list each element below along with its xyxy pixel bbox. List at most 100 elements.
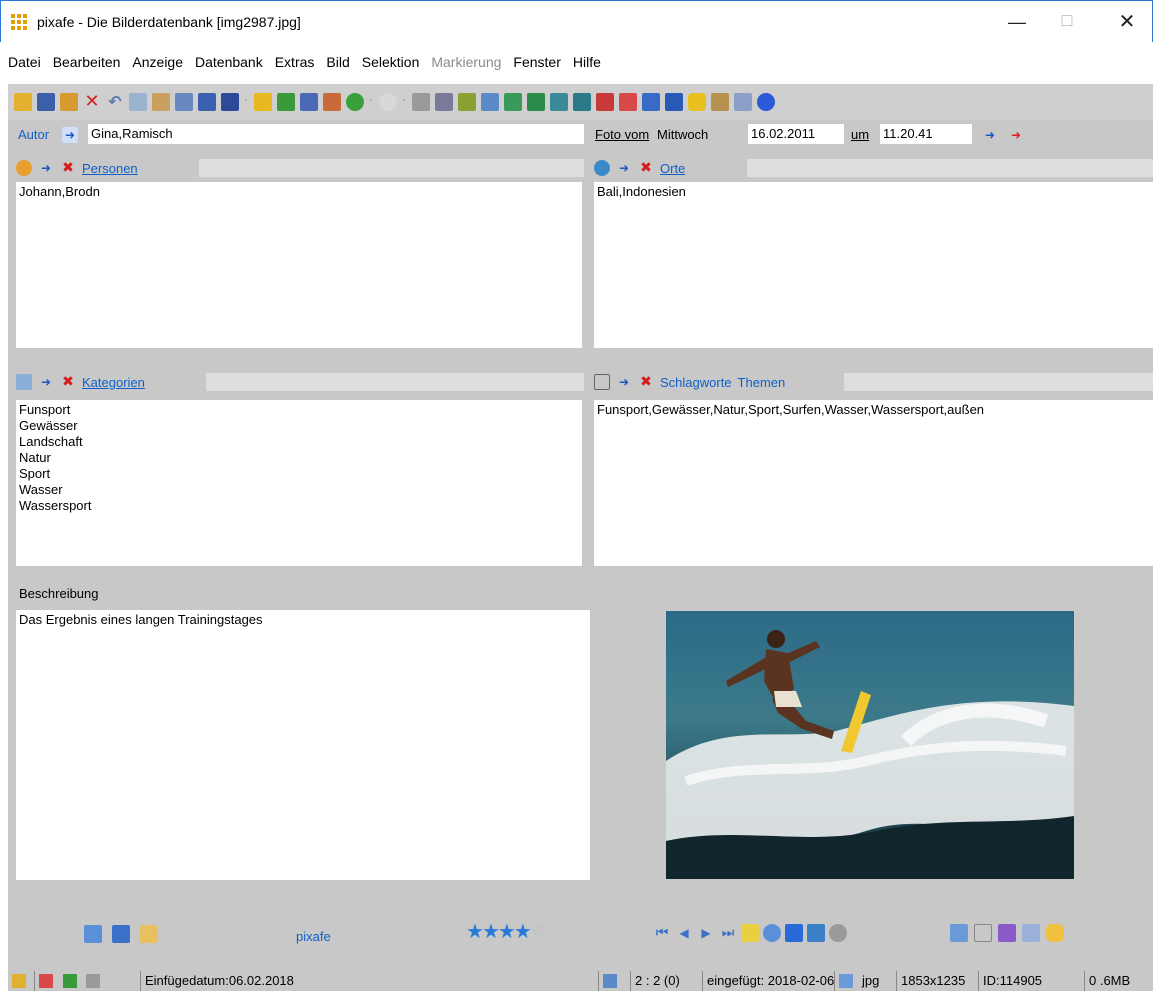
undo-icon[interactable]: ↶ <box>106 93 124 111</box>
photo-time-input[interactable]: 11.20.41 <box>880 124 972 144</box>
keywords-textbox[interactable]: Funsport,Gewässer,Natur,Sport,Surfen,Was… <box>594 400 1153 566</box>
sort-za-icon[interactable] <box>573 93 591 111</box>
pixafe-link[interactable]: pixafe <box>296 929 331 944</box>
add-image-icon[interactable] <box>84 925 102 943</box>
db-status-icon[interactable] <box>8 971 28 991</box>
persons-delete-icon[interactable]: ✖ <box>60 160 76 176</box>
database-icon[interactable] <box>688 93 706 111</box>
menu-item-6[interactable]: Selektion <box>362 54 420 70</box>
sort-descending-icon[interactable] <box>527 93 545 111</box>
spellcheck-icon[interactable] <box>458 93 476 111</box>
sort-az-icon[interactable] <box>550 93 568 111</box>
find-next-icon[interactable] <box>198 93 216 111</box>
unmark-icon[interactable] <box>619 93 637 111</box>
copy-status-icon[interactable] <box>86 974 101 988</box>
author-apply-icon[interactable]: ➜ <box>62 127 78 143</box>
grid-view-icon[interactable] <box>807 924 825 942</box>
apply-date-icon[interactable]: ➜ <box>982 127 998 143</box>
rotate-icon[interactable] <box>829 924 847 942</box>
surfer-photo-image <box>666 611 1074 879</box>
layout-grid-icon[interactable] <box>665 93 683 111</box>
places-textbox[interactable]: Bali,Indonesien <box>594 182 1153 348</box>
categories-link[interactable]: Kategorien <box>82 375 145 390</box>
layout-single-icon[interactable] <box>642 93 660 111</box>
single-view-icon[interactable] <box>785 924 803 942</box>
description-textbox[interactable]: Das Ergebnis eines langen Trainingstages <box>16 610 590 880</box>
rating-star-icon[interactable]: ★ <box>514 919 532 943</box>
search-green-icon[interactable] <box>277 93 295 111</box>
keywords-delete-icon[interactable]: ✖ <box>638 374 654 390</box>
last-image-icon[interactable]: ⏭ <box>719 924 737 942</box>
find-all-icon[interactable] <box>221 93 239 111</box>
menu-item-8[interactable]: Fenster <box>513 54 560 70</box>
link-icon[interactable] <box>435 93 453 111</box>
menu-item-1[interactable]: Bearbeiten <box>53 54 121 70</box>
keywords-apply-icon[interactable]: ➜ <box>616 374 632 390</box>
rating-star-icon[interactable]: ★ <box>466 919 484 943</box>
persons-textbox[interactable]: Johann,Brodn <box>16 182 582 348</box>
notes-icon[interactable] <box>1022 924 1040 942</box>
photo-date-input[interactable]: 16.02.2011 <box>748 124 844 144</box>
maximize-button[interactable]: ☐ <box>1044 9 1090 35</box>
back-icon[interactable] <box>346 93 364 111</box>
menu-item-7[interactable]: Markierung <box>431 54 501 70</box>
places-apply-icon[interactable]: ➜ <box>616 160 632 176</box>
slideshow-icon[interactable] <box>741 924 759 942</box>
find-icon[interactable] <box>175 93 193 111</box>
spellcheck-text-icon[interactable] <box>998 924 1016 942</box>
close-button[interactable]: ✕ <box>1104 9 1150 35</box>
sync-icon[interactable] <box>112 925 130 943</box>
author-input[interactable]: Gina,Ramisch <box>88 124 584 144</box>
zoom-icon[interactable] <box>763 924 781 942</box>
image-edit-icon[interactable] <box>950 924 968 942</box>
menu-item-3[interactable]: Datenbank <box>195 54 263 70</box>
window-icon[interactable] <box>734 93 752 111</box>
persons-link[interactable]: Personen <box>82 161 138 176</box>
open-folder-icon[interactable] <box>14 93 32 111</box>
edit-status-icon[interactable] <box>598 971 624 991</box>
image-properties-icon[interactable] <box>974 924 992 942</box>
apply-date-red-icon[interactable]: ➜ <box>1008 127 1024 143</box>
menu-item-2[interactable]: Anzeige <box>132 54 183 70</box>
rating-star-icon[interactable]: ★ <box>482 919 500 943</box>
rating-star-icon[interactable]: ☆ <box>530 919 548 943</box>
hand-icon[interactable] <box>1046 924 1064 942</box>
first-image-icon[interactable]: ⏮ <box>653 924 671 942</box>
magic-wand-icon[interactable] <box>140 925 158 943</box>
menu-item-9[interactable]: Hilfe <box>573 54 601 70</box>
sort-ascending-icon[interactable] <box>504 93 522 111</box>
categories-textbox[interactable]: Funsport Gewässer Landschaft Natur Sport… <box>16 400 582 566</box>
next-image-icon[interactable]: ▶ <box>697 924 715 942</box>
delete-icon[interactable]: ✕ <box>83 93 101 111</box>
save-as-icon[interactable] <box>60 93 78 111</box>
shield-icon[interactable] <box>62 974 77 988</box>
red-flag-icon[interactable] <box>39 974 53 988</box>
paste-icon[interactable] <box>152 93 170 111</box>
menu-item-5[interactable]: Bild <box>326 54 349 70</box>
places-delete-icon[interactable]: ✖ <box>638 160 654 176</box>
rating-star-icon[interactable]: ★ <box>498 919 516 943</box>
forward-icon[interactable] <box>379 93 397 111</box>
menu-item-4[interactable]: Extras <box>275 54 315 70</box>
places-link[interactable]: Orte <box>660 161 685 176</box>
tools-icon[interactable] <box>412 93 430 111</box>
keywords-link[interactable]: Schlagworte <box>660 375 732 390</box>
help-icon[interactable] <box>757 93 775 111</box>
save-icon[interactable] <box>37 93 55 111</box>
image-export-icon[interactable] <box>481 93 499 111</box>
minimize-button[interactable]: — <box>994 9 1040 35</box>
prev-image-icon[interactable]: ◀ <box>675 924 693 942</box>
persons-group-icon[interactable] <box>323 93 341 111</box>
menu-item-0[interactable]: Datei <box>8 54 41 70</box>
themes-link[interactable]: Themen <box>738 375 786 390</box>
photo-preview[interactable] <box>666 611 1074 879</box>
categories-delete-icon[interactable]: ✖ <box>60 374 76 390</box>
copy-icon[interactable] <box>129 93 147 111</box>
rating-stars[interactable]: ★★★★☆ <box>466 919 548 943</box>
categories-apply-icon[interactable]: ➜ <box>38 374 54 390</box>
settings-icon[interactable] <box>711 93 729 111</box>
search-persons-icon[interactable] <box>300 93 318 111</box>
search-yellow-icon[interactable] <box>254 93 272 111</box>
persons-apply-icon[interactable]: ➜ <box>38 160 54 176</box>
mark-icon[interactable] <box>596 93 614 111</box>
